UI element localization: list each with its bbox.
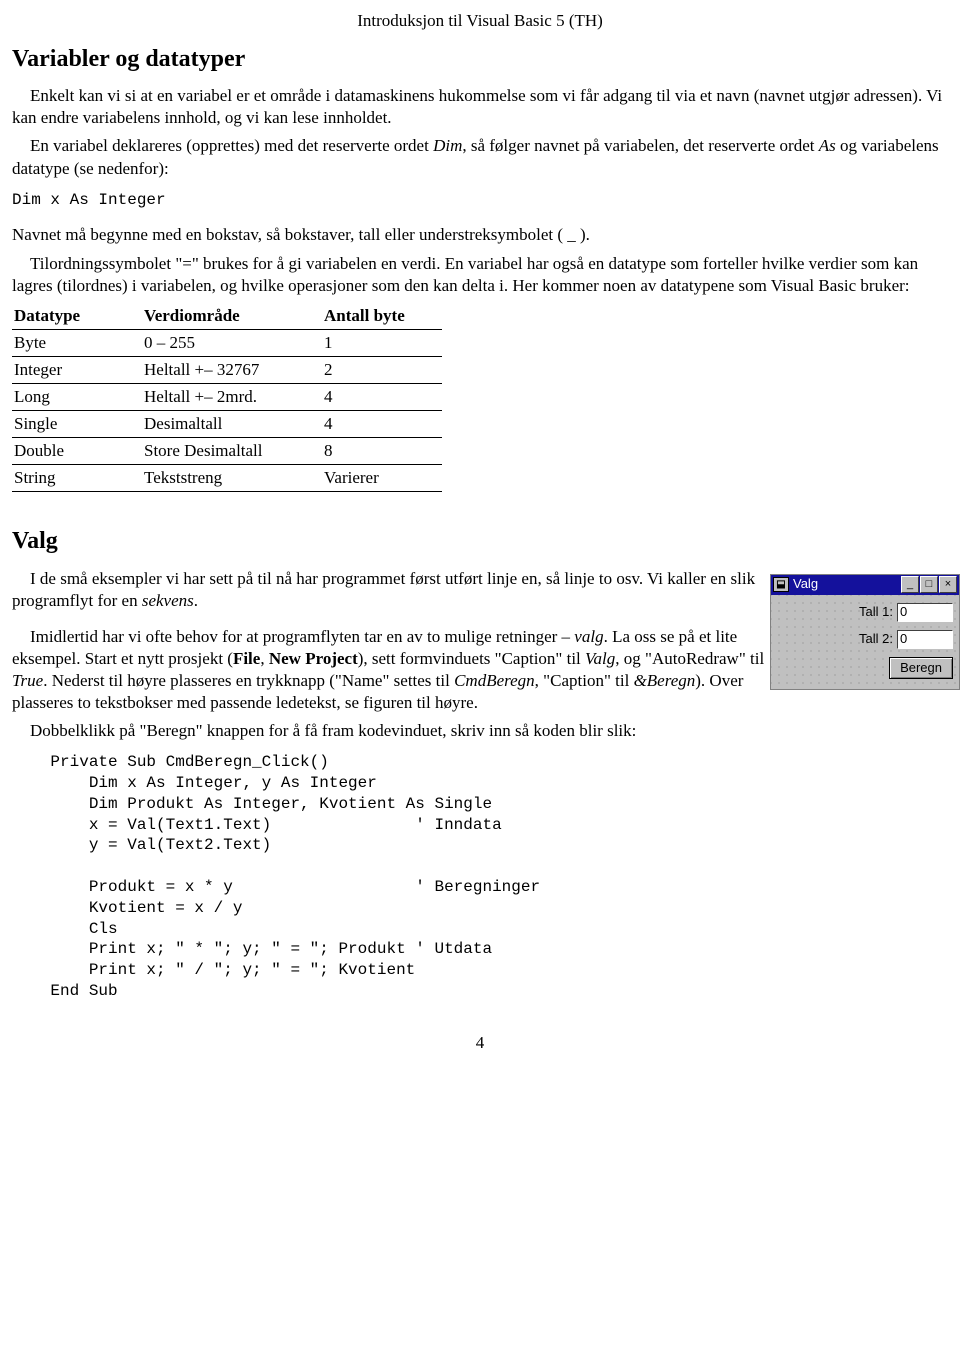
name-cmdberegn: CmdBeregn [454, 671, 535, 690]
doc-header: Introduksjon til Visual Basic 5 (TH) [12, 10, 948, 32]
section-variabler-heading: Variabler og datatyper [12, 44, 948, 75]
text-run: . [194, 591, 198, 610]
code-cmdberegn-click: Private Sub CmdBeregn_Click() Dim x As I… [12, 752, 948, 1002]
term-sekvens: sekvens [142, 591, 194, 610]
cell: Single [12, 411, 142, 438]
cell: 4 [322, 384, 442, 411]
menu-file: File [233, 649, 260, 668]
para-datatype-intro: Tilordningssymbolet "=" brukes for å gi … [12, 253, 948, 297]
cell: Byte [12, 329, 142, 356]
text-run: , og "AutoRedraw" til [615, 649, 764, 668]
para-intro-2: En variabel deklareres (opprettes) med d… [12, 135, 948, 179]
table-row: Byte0 – 2551 [12, 329, 442, 356]
label-tall2: Tall 2: [859, 631, 893, 648]
maximize-icon: □ [920, 576, 938, 593]
cell: Tekststreng [142, 465, 322, 492]
cell: Desimaltall [142, 411, 322, 438]
table-row: LongHeltall +– 2mrd.4 [12, 384, 442, 411]
text-run: , så følger navnet på variabelen, det re… [462, 136, 818, 155]
table-row: StringTekststrengVarierer [12, 465, 442, 492]
menu-new-project: New Project [269, 649, 358, 668]
page-number: 4 [12, 1032, 948, 1054]
table-header-row: Datatype Verdiområde Antall byte [12, 303, 442, 330]
figure-titlebar: ⬓ Valg _ □ × [771, 575, 959, 595]
figure-valg-window: ⬓ Valg _ □ × Tall 1: 0 Tall 2: 0 Beregn [770, 574, 960, 691]
app-icon: ⬓ [773, 577, 789, 592]
table-row: SingleDesimaltall4 [12, 411, 442, 438]
figure-form-body: Tall 1: 0 Tall 2: 0 Beregn [771, 595, 959, 690]
window-title: Valg [793, 576, 818, 593]
datatype-table: Datatype Verdiområde Antall byte Byte0 –… [12, 303, 442, 493]
cell: Heltall +– 2mrd. [142, 384, 322, 411]
cell: Varierer [322, 465, 442, 492]
text-run: I de små eksempler vi har sett på til nå… [12, 569, 755, 610]
cell: 4 [322, 411, 442, 438]
cell: String [12, 465, 142, 492]
cell: 0 – 255 [142, 329, 322, 356]
value-true: True [12, 671, 43, 690]
text-run: , "Caption" til [535, 671, 634, 690]
para-valg-3: Dobbelklikk på "Beregn" knappen for å få… [12, 720, 948, 742]
text-run: En variabel deklareres (opprettes) med d… [30, 136, 433, 155]
table-row: IntegerHeltall +– 327672 [12, 356, 442, 383]
cell: 8 [322, 438, 442, 465]
cell: Long [12, 384, 142, 411]
cell: Double [12, 438, 142, 465]
text-run: , [260, 649, 269, 668]
text-run: Imidlertid har vi ofte behov for at prog… [30, 627, 574, 646]
minimize-icon: _ [901, 576, 919, 593]
keyword-dim: Dim [433, 136, 462, 155]
cell: Store Desimaltall [142, 438, 322, 465]
col-datatype: Datatype [12, 303, 142, 330]
button-beregn: Beregn [889, 657, 953, 680]
caption-valg: Valg [585, 649, 615, 668]
cell: 2 [322, 356, 442, 383]
cell: Heltall +– 32767 [142, 356, 322, 383]
close-icon: × [939, 576, 957, 593]
cell: Integer [12, 356, 142, 383]
section-valg-heading: Valg [12, 526, 948, 557]
term-valg: valg [574, 627, 603, 646]
code-dim-example: Dim x As Integer [12, 190, 948, 211]
table-row: DoubleStore Desimaltall8 [12, 438, 442, 465]
text-run: . Nederst til høyre plasseres en trykkna… [43, 671, 454, 690]
keyword-as: As [819, 136, 836, 155]
para-intro-1: Enkelt kan vi si at en variabel er et om… [12, 85, 948, 129]
caption-beregn: &Beregn [634, 671, 696, 690]
para-valg-2: Imidlertid har vi ofte behov for at prog… [12, 626, 772, 714]
label-tall1: Tall 1: [859, 604, 893, 621]
col-verdiomrade: Verdiområde [142, 303, 322, 330]
col-antall-byte: Antall byte [322, 303, 442, 330]
cell: 1 [322, 329, 442, 356]
input-tall1: 0 [897, 603, 953, 622]
input-tall2: 0 [897, 630, 953, 649]
para-valg-1: I de små eksempler vi har sett på til nå… [12, 568, 772, 612]
para-name-rule: Navnet må begynne med en bokstav, så bok… [12, 224, 948, 246]
text-run: ), sett formvinduets "Caption" til [358, 649, 585, 668]
